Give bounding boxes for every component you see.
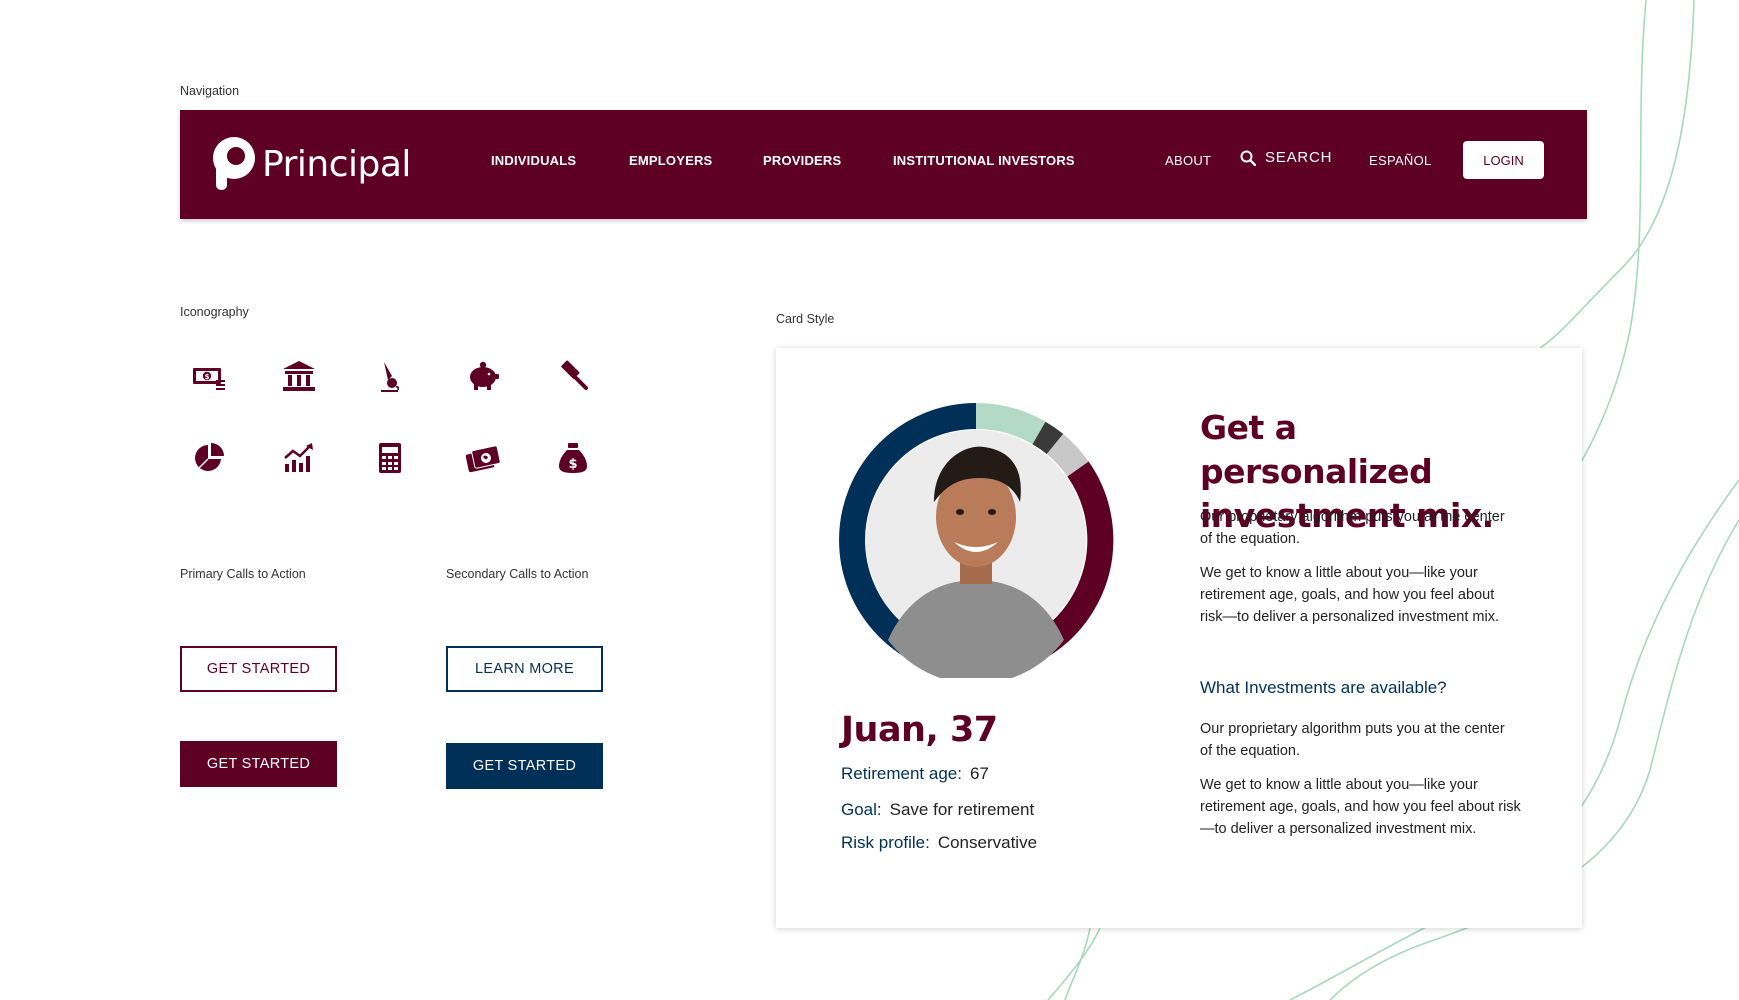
retirement-age-row: Retirement age: 67 bbox=[841, 764, 989, 784]
profile-card: Juan, 37 Retirement age: 67 Goal: Save for… bbox=[776, 348, 1582, 928]
search-label: SEARCH bbox=[1265, 149, 1333, 166]
calculator-icon bbox=[370, 438, 410, 478]
world-card-icon bbox=[463, 438, 503, 478]
investments-available-link[interactable]: What Investments are available? bbox=[1200, 678, 1447, 698]
card-paragraph-3: Our proprietary algorithm puts you at th… bbox=[1200, 721, 1505, 759]
nav-search-button[interactable]: SEARCH bbox=[1240, 149, 1332, 166]
card-paragraph-1: Our proprietary algorithm puts you at th… bbox=[1200, 509, 1505, 547]
login-button[interactable]: LOGIN bbox=[1463, 141, 1544, 179]
nav-about-link[interactable]: ABOUT bbox=[1165, 153, 1211, 168]
nav-item-employers[interactable]: EMPLOYERS bbox=[629, 153, 712, 168]
risk-profile-value: Conservative bbox=[937, 833, 1038, 852]
bank-icon bbox=[279, 356, 319, 396]
principal-logo-icon bbox=[213, 137, 255, 190]
nav-espanol-link[interactable]: ESPAÑOL bbox=[1369, 153, 1432, 168]
learn-more-outline-button[interactable]: LEARN MORE bbox=[446, 646, 603, 692]
gavel-icon bbox=[553, 356, 593, 396]
growth-chart-icon bbox=[279, 438, 319, 478]
section-label-navigation: Navigation bbox=[180, 84, 240, 98]
section-label-primary-cta: Primary Calls to Action bbox=[180, 567, 306, 581]
get-started-solid-button[interactable]: GET STARTED bbox=[180, 741, 337, 787]
get-started-navy-button[interactable]: GET STARTED bbox=[446, 743, 603, 789]
nav-item-institutional-investors[interactable]: INSTITUTIONAL INVESTORS bbox=[893, 153, 1075, 168]
pie-chart-icon bbox=[189, 438, 229, 478]
risk-profile-row: Risk profile: Conservative bbox=[841, 833, 1037, 853]
principal-logo[interactable]: Principal bbox=[212, 136, 411, 192]
profile-name: Juan, 37 bbox=[841, 710, 998, 750]
goal-value: Save for retirement bbox=[889, 800, 1035, 819]
retirement-age-value: 67 bbox=[969, 764, 989, 783]
search-icon bbox=[1240, 150, 1256, 166]
nav-item-individuals[interactable]: INDIVIDUALS bbox=[491, 153, 576, 168]
section-label-secondary-cta: Secondary Calls to Action bbox=[446, 567, 589, 581]
cash-icon: $ bbox=[189, 356, 229, 396]
goal-row: Goal: Save for retirement bbox=[841, 800, 1034, 820]
svg-text:$: $ bbox=[568, 457, 577, 472]
goal-label: Goal: bbox=[841, 800, 882, 819]
nav-item-providers[interactable]: PROVIDERS bbox=[763, 153, 841, 168]
money-bag-icon: $ bbox=[553, 438, 593, 478]
retirement-age-label: Retirement age: bbox=[841, 764, 962, 783]
risk-profile-label: Risk profile: bbox=[841, 833, 930, 852]
signature-pen-icon bbox=[370, 356, 410, 396]
portfolio-ring-avatar bbox=[839, 402, 1114, 678]
logo-text: Principal bbox=[262, 143, 411, 185]
top-navigation-bar: Principal INDIVIDUALS EMPLOYERS PROVIDER… bbox=[180, 110, 1587, 219]
piggy-bank-icon bbox=[463, 356, 503, 396]
card-paragraph-2: We get to know a little about you—like y… bbox=[1200, 565, 1499, 625]
card-paragraph-4: We get to know a little about you—like y… bbox=[1200, 777, 1521, 837]
svg-text:$: $ bbox=[205, 373, 210, 381]
section-label-iconography: Iconography bbox=[180, 305, 249, 319]
section-label-card-style: Card Style bbox=[776, 312, 835, 326]
get-started-outline-button[interactable]: GET STARTED bbox=[180, 646, 337, 692]
